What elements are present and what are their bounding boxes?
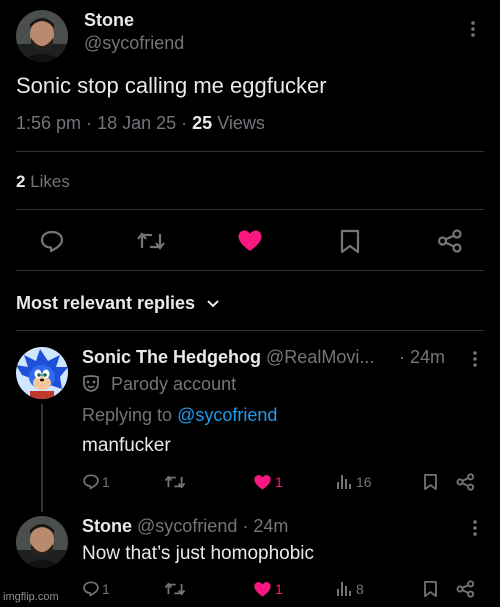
heart-icon[interactable] bbox=[253, 581, 272, 598]
reply-author-name[interactable]: Stone bbox=[82, 516, 132, 536]
replying-to: Replying to @sycofriend bbox=[82, 405, 277, 426]
thread-line bbox=[41, 404, 43, 512]
share-icon[interactable] bbox=[456, 473, 475, 491]
chevron-down-icon bbox=[206, 299, 220, 309]
divider bbox=[16, 330, 484, 331]
more-icon[interactable] bbox=[470, 20, 476, 38]
divider bbox=[16, 209, 484, 210]
author-handle[interactable]: @sycofriend bbox=[84, 33, 184, 54]
bookmark-icon[interactable] bbox=[423, 473, 438, 491]
divider bbox=[16, 270, 484, 271]
bookmark-icon[interactable] bbox=[339, 229, 361, 254]
view-count: 8 bbox=[356, 581, 364, 597]
reply-icon[interactable] bbox=[39, 229, 65, 253]
likes-label: Likes bbox=[30, 172, 70, 191]
reply-icon[interactable] bbox=[82, 473, 100, 490]
author-name[interactable]: Stone bbox=[84, 10, 134, 31]
share-icon[interactable] bbox=[437, 229, 463, 253]
reply-header: Stone @sycofriend · 24m bbox=[82, 516, 288, 537]
replies-sort-dropdown[interactable]: Most relevant replies bbox=[16, 293, 220, 314]
parody-badge-label: Parody account bbox=[111, 374, 237, 394]
avatar[interactable] bbox=[16, 10, 68, 62]
parody-mask-icon bbox=[82, 374, 100, 392]
reply-time[interactable]: · 24m bbox=[399, 347, 445, 368]
reply-author-name[interactable]: Sonic The Hedgehog bbox=[82, 347, 261, 367]
retweet-icon[interactable] bbox=[164, 580, 186, 598]
heart-icon[interactable] bbox=[237, 229, 263, 253]
retweet-icon[interactable] bbox=[164, 473, 186, 491]
reply-time[interactable]: · 24m bbox=[242, 516, 288, 536]
reply-author-handle[interactable]: @sycofriend bbox=[137, 516, 237, 536]
replying-to-label: Replying to bbox=[82, 405, 173, 425]
bookmark-icon[interactable] bbox=[423, 580, 438, 598]
tweet-date[interactable]: 18 Jan 25 bbox=[97, 113, 176, 133]
reply-avatar-sonic[interactable] bbox=[16, 347, 68, 399]
reply-avatar-stone[interactable] bbox=[16, 516, 68, 568]
parody-badge: Parody account bbox=[82, 374, 236, 395]
more-icon[interactable] bbox=[472, 519, 478, 537]
views-icon[interactable] bbox=[336, 580, 352, 597]
tweet-text: Sonic stop calling me eggfucker bbox=[16, 73, 327, 98]
like-count: 1 bbox=[275, 581, 283, 597]
reply-count: 1 bbox=[102, 474, 110, 490]
more-icon[interactable] bbox=[472, 350, 478, 368]
likes-count: 2 bbox=[16, 172, 26, 191]
reply-header: Sonic The Hedgehog @RealMovi... bbox=[82, 347, 374, 368]
replying-to-handle-link[interactable]: @sycofriend bbox=[177, 405, 277, 425]
reply-author-handle[interactable]: @RealMovi... bbox=[266, 347, 374, 367]
views-icon[interactable] bbox=[336, 473, 352, 490]
replies-header: Most relevant replies bbox=[16, 293, 196, 313]
retweet-icon[interactable] bbox=[136, 229, 166, 253]
likes-stat[interactable]: 2 Likes bbox=[16, 172, 70, 192]
tweet-meta: 1:56 pm · 18 Jan 25 · 25 Views bbox=[16, 113, 265, 133]
view-count: 16 bbox=[356, 474, 372, 490]
share-icon[interactable] bbox=[456, 580, 475, 598]
tweet-time[interactable]: 1:56 pm bbox=[16, 113, 81, 133]
divider bbox=[16, 151, 484, 152]
reply-text: manfucker bbox=[82, 435, 171, 456]
views-count: 25 bbox=[192, 113, 213, 133]
reply-icon[interactable] bbox=[82, 580, 100, 597]
reply-count: 1 bbox=[102, 581, 110, 597]
views-label: Views bbox=[217, 113, 265, 133]
heart-icon[interactable] bbox=[253, 474, 272, 491]
watermark: imgflip.com bbox=[3, 591, 59, 603]
reply-text: Now that’s just homophobic bbox=[82, 543, 314, 564]
like-count: 1 bbox=[275, 474, 283, 490]
